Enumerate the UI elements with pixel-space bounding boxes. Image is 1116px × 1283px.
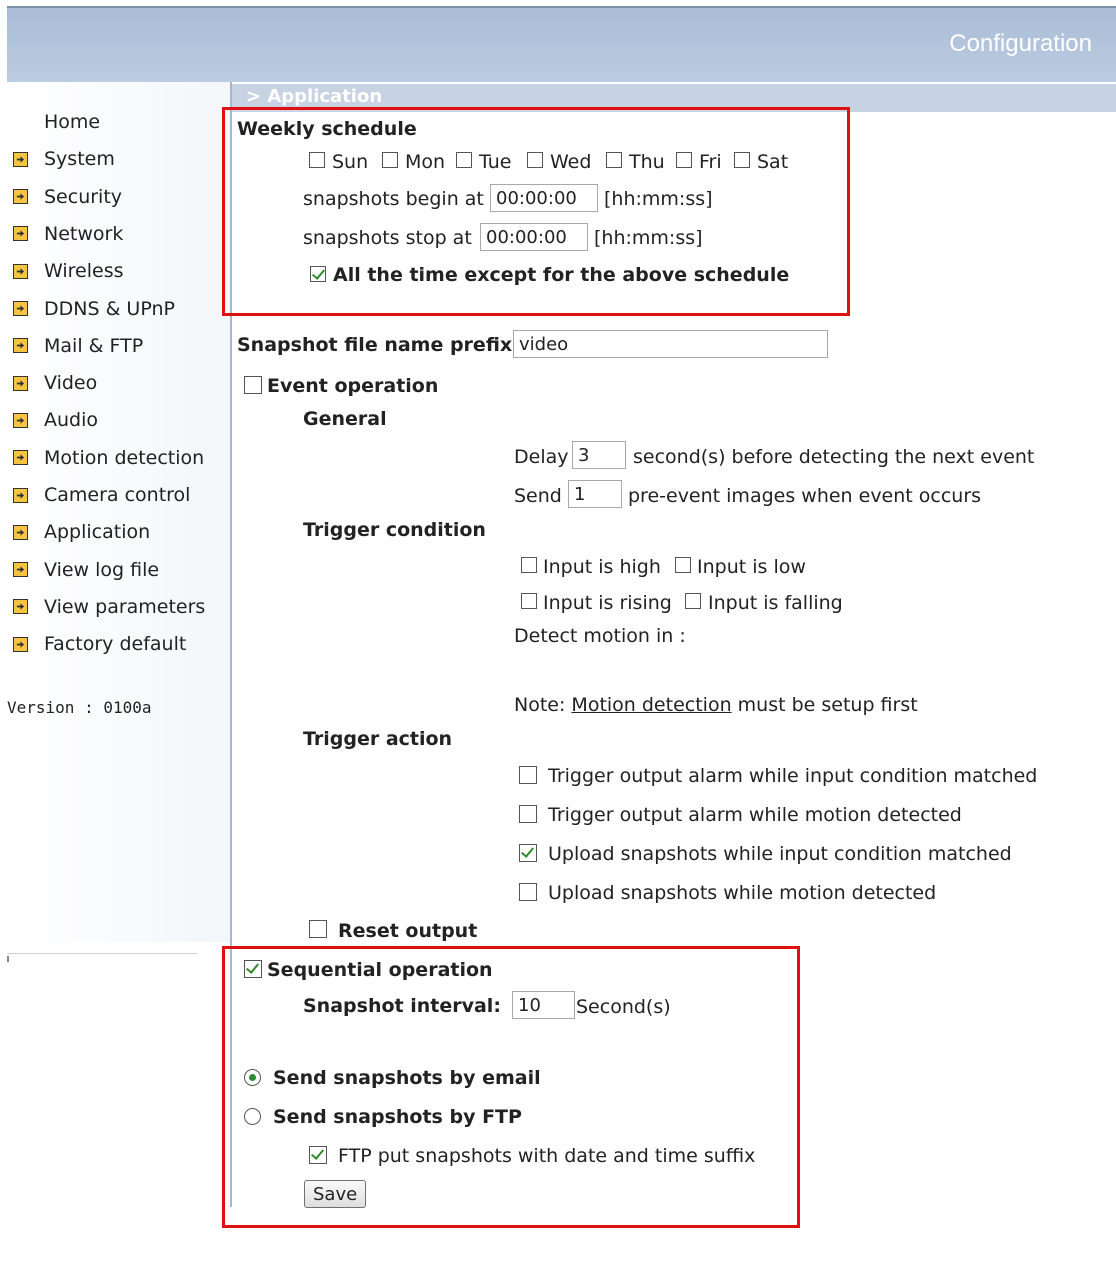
event-operation-checkbox[interactable] — [244, 376, 262, 394]
trigger-action-checkbox[interactable] — [519, 883, 537, 901]
sidebar-item-system[interactable]: System — [7, 143, 230, 175]
reset-output-checkbox[interactable] — [309, 920, 327, 938]
arrow-icon — [13, 412, 28, 428]
trigger-action-checkbox[interactable] — [519, 766, 537, 784]
arrow-icon — [13, 338, 28, 354]
sidebar-item-security[interactable]: Security — [7, 181, 230, 213]
page-header: Configuration — [7, 8, 1116, 82]
sidebar-item-view-parameters[interactable]: View parameters — [7, 591, 230, 623]
trigger-action-label: Upload snapshots while motion detected — [548, 882, 937, 904]
sidebar-item-factory-default[interactable]: Factory default — [7, 628, 230, 660]
header-title: Configuration — [949, 30, 1092, 57]
sidebar-item-label: System — [44, 148, 115, 171]
delay-input[interactable] — [572, 441, 626, 469]
arrow-icon — [13, 189, 28, 205]
trigger-action-label: Trigger output alarm while motion detect… — [548, 804, 962, 826]
sidebar-item-label: Camera control — [44, 484, 191, 506]
arrow-icon — [13, 562, 28, 578]
sidebar-item-label: View log file — [44, 558, 160, 581]
sidebar-item-ddns-upnp[interactable]: DDNS & UPnP — [7, 293, 230, 325]
arrow-icon — [13, 226, 28, 242]
arrow-icon — [13, 487, 28, 503]
arrow-icon — [13, 151, 28, 167]
trigger-action-label: Upload snapshots while input condition m… — [548, 843, 1012, 865]
arrow-icon — [13, 301, 28, 316]
detect-motion-label: Detect motion in : — [514, 625, 686, 647]
note-prefix: Note: — [514, 694, 572, 716]
sidebar-item-mail-ftp[interactable]: Mail & FTP — [7, 330, 230, 362]
send-input[interactable] — [568, 480, 622, 508]
arrow-icon — [13, 450, 28, 466]
trigger-action-checkbox[interactable] — [519, 805, 537, 823]
sidebar-item-label: View parameters — [44, 595, 206, 618]
sidebar-item-video[interactable]: Video — [7, 367, 230, 399]
sidebar-item-camera-control[interactable]: Camera control — [7, 479, 230, 511]
input-low-label: Input is low — [697, 556, 806, 578]
sidebar-item-label: Motion detection — [44, 446, 205, 469]
sidebar-item-label: Video — [44, 372, 98, 395]
sidebar-item-label: Wireless — [44, 260, 124, 283]
sidebar-item-audio[interactable]: Audio — [7, 404, 230, 436]
reset-output-label: Reset output — [338, 920, 478, 942]
delay-suffix: second(s) before detecting the next even… — [633, 446, 1035, 468]
trigger-action-heading: Trigger action — [303, 728, 453, 750]
motion-detection-link[interactable]: Motion detection — [571, 694, 731, 716]
sidebar-item-label: Factory default — [44, 633, 187, 656]
sidebar-item-label: Security — [44, 185, 123, 208]
trigger-action-label: Trigger output alarm while input conditi… — [548, 765, 1038, 787]
sequential-operation-highlight — [222, 946, 800, 1228]
input-falling-label: Input is falling — [708, 592, 843, 614]
weekly-schedule-highlight — [222, 107, 850, 316]
motion-note: Note: Motion detection must be setup fir… — [514, 693, 918, 717]
note-suffix: must be setup first — [731, 694, 918, 716]
arrow-icon — [13, 599, 28, 615]
arrow-icon — [13, 636, 28, 652]
trigger-action-checkbox[interactable] — [519, 844, 537, 862]
send-label: Send — [514, 485, 562, 507]
input-falling-checkbox[interactable] — [685, 593, 701, 609]
version-label: Version : 0100a — [7, 698, 152, 717]
sidebar-item-application[interactable]: Application — [7, 516, 230, 548]
arrow-icon — [13, 524, 28, 540]
send-suffix: pre-event images when event occurs — [628, 485, 982, 507]
sidebar-item-label: Mail & FTP — [44, 334, 144, 357]
sidebar-item-network[interactable]: Network — [7, 218, 230, 250]
input-rising-label: Input is rising — [543, 592, 672, 614]
sidebar-item-label: Network — [44, 222, 124, 245]
input-high-label: Input is high — [543, 556, 661, 578]
breadcrumb: > Application — [246, 86, 383, 107]
prefix-label: Snapshot file name prefix — [237, 334, 513, 356]
sidebar-tick — [7, 956, 9, 962]
prefix-input[interactable] — [513, 330, 828, 358]
sidebar-item-label: Application — [44, 521, 151, 544]
trigger-condition-heading: Trigger condition — [303, 519, 486, 541]
sidebar-item-home[interactable]: Home — [7, 106, 230, 138]
sidebar-divider — [7, 953, 197, 954]
sidebar-item-wireless[interactable]: Wireless — [7, 255, 230, 287]
sidebar-item-motion-detection[interactable]: Motion detection — [7, 442, 230, 474]
arrow-icon — [13, 375, 28, 391]
sidebar-item-label: DDNS & UPnP — [44, 297, 175, 320]
input-high-checkbox[interactable] — [521, 557, 537, 573]
sidebar-item-label: Home — [44, 111, 101, 133]
general-heading: General — [303, 408, 387, 430]
input-rising-checkbox[interactable] — [521, 593, 537, 609]
sidebar-item-view-log-file[interactable]: View log file — [7, 554, 230, 586]
sidebar-item-label: Audio — [44, 409, 99, 432]
delay-label: Delay — [514, 446, 569, 468]
arrow-icon — [13, 263, 28, 279]
input-low-checkbox[interactable] — [675, 557, 691, 573]
event-operation-label: Event operation — [267, 375, 439, 397]
